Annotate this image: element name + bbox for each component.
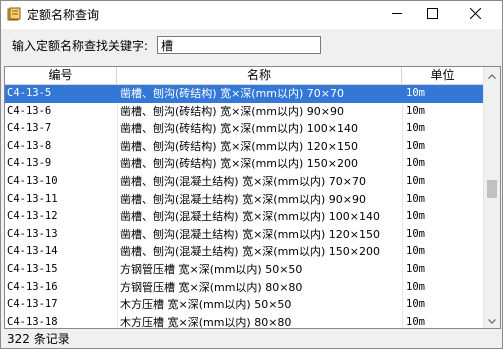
row-code: C4-13-13 bbox=[7, 227, 58, 240]
row-unit: 10m bbox=[402, 102, 484, 121]
row-code: C4-13-18 bbox=[7, 315, 58, 328]
table-row[interactable]: C4-13-14 凿槽、刨沟(混凝土结构) 宽×深(mm以内) 150×200 10… bbox=[5, 243, 484, 261]
column-header-code[interactable]: 编号 bbox=[5, 67, 117, 84]
scroll-down-button[interactable] bbox=[484, 312, 500, 328]
table-row[interactable]: C4-13-9 凿槽、刨沟(砖结构) 宽×深(mm以内) 150×200 10m bbox=[5, 155, 484, 173]
row-name: 木方压槽 宽×深(mm以内) 80×80 bbox=[117, 313, 402, 328]
scroll-thumb[interactable] bbox=[487, 180, 497, 198]
search-row: 输入定额名称查找关键字: bbox=[1, 33, 502, 59]
row-code: C4-13-7 bbox=[7, 122, 52, 135]
row-code: C4-13-9 bbox=[7, 157, 52, 170]
chevron-up-icon bbox=[488, 68, 496, 82]
row-unit: 10m bbox=[402, 296, 484, 314]
row-unit: 10m bbox=[402, 85, 484, 103]
maximize-icon bbox=[426, 8, 438, 22]
row-unit: 10m bbox=[402, 313, 484, 328]
scroll-up-button[interactable] bbox=[484, 67, 500, 83]
row-code: C4-13-8 bbox=[7, 139, 52, 152]
row-code: C4-13-6 bbox=[7, 104, 52, 117]
minimize-icon bbox=[391, 8, 403, 22]
row-name: 凿槽、刨沟(混凝土结构) 宽×深(mm以内) 120×150 bbox=[117, 225, 402, 244]
close-icon bbox=[469, 7, 481, 22]
table-row[interactable]: C4-13-16 方钢管压槽 宽×深(mm以内) 80×80 10m bbox=[5, 278, 484, 297]
row-name: 凿槽、刨沟(砖结构) 宽×深(mm以内) 90×90 bbox=[117, 102, 402, 121]
row-name: 木方压槽 宽×深(mm以内) 50×50 bbox=[117, 296, 402, 314]
row-name: 凿槽、刨沟(混凝土结构) 宽×深(mm以内) 90×90 bbox=[117, 190, 402, 209]
row-unit: 10m bbox=[402, 120, 484, 138]
row-name: 凿槽、刨沟(混凝土结构) 宽×深(mm以内) 150×200 bbox=[117, 243, 402, 261]
table-row[interactable]: C4-13-7 凿槽、刨沟(砖结构) 宽×深(mm以内) 100×140 10m bbox=[5, 120, 484, 138]
column-header-name[interactable]: 名称 bbox=[117, 67, 402, 84]
row-code: C4-13-12 bbox=[7, 210, 58, 223]
grid-header: 编号 名称 单位 bbox=[5, 67, 484, 85]
row-unit: 10m bbox=[402, 137, 484, 156]
close-button[interactable] bbox=[458, 1, 492, 29]
column-header-unit[interactable]: 单位 bbox=[402, 67, 484, 84]
table-row[interactable]: C4-13-5 凿槽、刨沟(砖结构) 宽×深(mm以内) 70×70 10m bbox=[5, 85, 484, 103]
row-code: C4-13-14 bbox=[7, 245, 58, 258]
table-row[interactable]: C4-13-17 木方压槽 宽×深(mm以内) 50×50 10m bbox=[5, 296, 484, 314]
row-code: C4-13-10 bbox=[7, 174, 58, 187]
row-unit: 10m bbox=[402, 172, 484, 191]
record-count: 322 条记录 bbox=[7, 332, 70, 346]
row-code: C4-13-15 bbox=[7, 262, 58, 275]
table-row[interactable]: C4-13-15 方钢管压槽 宽×深(mm以内) 50×50 10m bbox=[5, 260, 484, 279]
title-bar[interactable]: 定额名称查询 bbox=[1, 1, 502, 29]
maximize-button[interactable] bbox=[415, 1, 449, 29]
search-label: 输入定额名称查找关键字: bbox=[12, 39, 149, 53]
result-grid: 编号 名称 单位 C4-13-5 凿槽、刨沟(砖结构) 宽×深(mm以内) 70×… bbox=[4, 66, 501, 329]
table-row[interactable]: C4-13-13 凿槽、刨沟(混凝土结构) 宽×深(mm以内) 120×150 10… bbox=[5, 225, 484, 244]
row-code: C4-13-16 bbox=[7, 280, 58, 293]
book-icon bbox=[7, 7, 21, 21]
table-row[interactable]: C4-13-8 凿槽、刨沟(砖结构) 宽×深(mm以内) 120×150 10m bbox=[5, 137, 484, 156]
row-unit: 10m bbox=[402, 225, 484, 244]
table-row[interactable]: C4-13-6 凿槽、刨沟(砖结构) 宽×深(mm以内) 90×90 10m bbox=[5, 102, 484, 121]
row-unit: 10m bbox=[402, 243, 484, 261]
row-name: 凿槽、刨沟(砖结构) 宽×深(mm以内) 120×150 bbox=[117, 137, 402, 156]
row-unit: 10m bbox=[402, 190, 484, 209]
row-code: C4-13-17 bbox=[7, 298, 58, 311]
search-input[interactable] bbox=[157, 36, 321, 54]
table-row[interactable]: C4-13-11 凿槽、刨沟(混凝土结构) 宽×深(mm以内) 90×90 10m bbox=[5, 190, 484, 209]
row-name: 凿槽、刨沟(砖结构) 宽×深(mm以内) 150×200 bbox=[117, 155, 402, 173]
table-row[interactable]: C4-13-18 木方压槽 宽×深(mm以内) 80×80 10m bbox=[5, 313, 484, 328]
row-unit: 10m bbox=[402, 260, 484, 279]
row-name: 凿槽、刨沟(混凝土结构) 宽×深(mm以内) 100×140 bbox=[117, 208, 402, 226]
row-code: C4-13-5 bbox=[7, 87, 52, 99]
row-unit: 10m bbox=[402, 155, 484, 173]
row-name: 凿槽、刨沟(砖结构) 宽×深(mm以内) 100×140 bbox=[117, 120, 402, 138]
grid-rows: C4-13-5 凿槽、刨沟(砖结构) 宽×深(mm以内) 70×70 10m C4-1… bbox=[5, 85, 484, 328]
row-unit: 10m bbox=[402, 278, 484, 297]
row-unit: 10m bbox=[402, 208, 484, 226]
window-title: 定额名称查询 bbox=[27, 8, 100, 22]
table-row[interactable]: C4-13-10 凿槽、刨沟(混凝土结构) 宽×深(mm以内) 70×70 10m bbox=[5, 172, 484, 191]
query-window: 定额名称查询 输入定额名称查找关键字: 编号 名称 单位 C4-13-5 凿槽、刨… bbox=[0, 0, 503, 349]
chevron-down-icon bbox=[488, 313, 496, 327]
minimize-button[interactable] bbox=[380, 1, 414, 29]
table-row[interactable]: C4-13-12 凿槽、刨沟(混凝土结构) 宽×深(mm以内) 100×140 10… bbox=[5, 208, 484, 226]
row-code: C4-13-11 bbox=[7, 192, 58, 205]
row-name: 方钢管压槽 宽×深(mm以内) 80×80 bbox=[117, 278, 402, 297]
vertical-scrollbar[interactable] bbox=[483, 67, 500, 328]
row-name: 凿槽、刨沟(混凝土结构) 宽×深(mm以内) 70×70 bbox=[117, 172, 402, 191]
row-name: 方钢管压槽 宽×深(mm以内) 50×50 bbox=[117, 260, 402, 279]
row-name: 凿槽、刨沟(砖结构) 宽×深(mm以内) 70×70 bbox=[117, 85, 402, 103]
